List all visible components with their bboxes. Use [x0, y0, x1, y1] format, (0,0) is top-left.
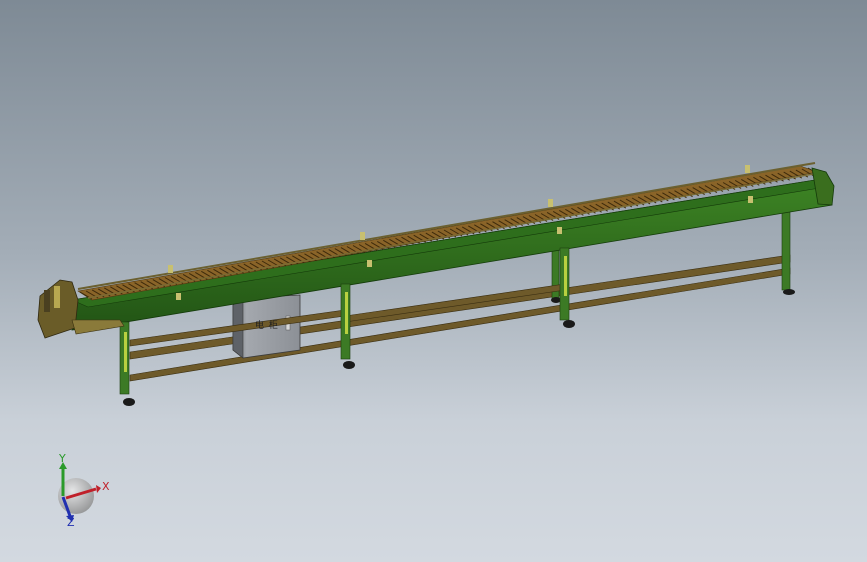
x-axis-label: X	[102, 480, 110, 493]
cabinet-label: 电 柜	[255, 321, 279, 331]
y-axis-label: Y	[59, 452, 66, 465]
belt-surface	[77, 165, 821, 301]
cad-viewport[interactable]: X Y Z 电 柜	[0, 0, 867, 562]
conveyor-model[interactable]	[0, 0, 867, 562]
z-axis-label: Z	[67, 516, 75, 529]
coordinate-triad	[58, 462, 101, 522]
